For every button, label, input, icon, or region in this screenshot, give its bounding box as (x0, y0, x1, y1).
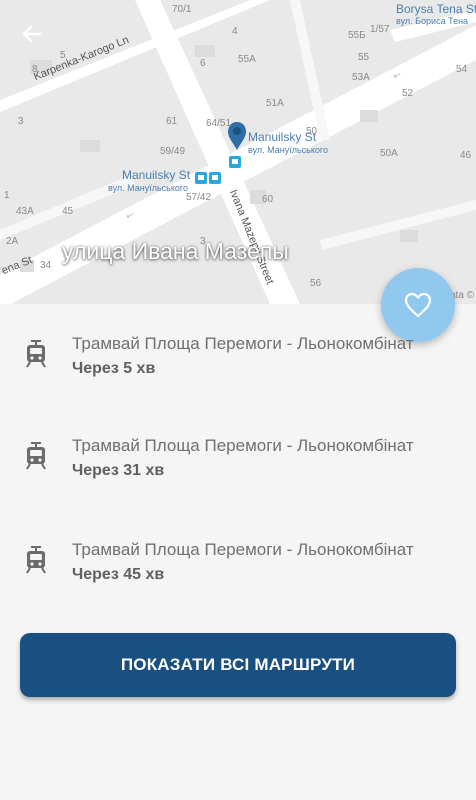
tram-icon (26, 546, 46, 574)
route-title: Трамвай Площа Перемоги - Льонокомбінат (72, 436, 414, 455)
tram-icon (26, 442, 46, 470)
map-house-number: 50А (380, 148, 398, 159)
map-house-number: 52 (402, 88, 414, 99)
route-title: Трамвай Площа Перемоги - Льонокомбінат (72, 540, 414, 559)
map-house-number: 60 (262, 194, 274, 205)
map-house-number: 55 (358, 52, 370, 63)
map-house-number: 1 (4, 190, 10, 201)
map-house-number: 43А (16, 206, 34, 217)
map-house-number: 46 (460, 150, 472, 161)
map-house-number: 2А (6, 236, 19, 247)
map-street-label-ua: вул. Бориса Тена (396, 16, 469, 26)
map-house-number: 57/42 (186, 192, 212, 203)
map-house-number: 5 (60, 50, 66, 61)
map-stop-label-ua: вул. Мануїльського (248, 145, 328, 155)
map-street-label: Borysa Tena St (396, 2, 476, 16)
map-house-number: 45 (62, 206, 74, 217)
back-button[interactable] (20, 22, 52, 54)
map-stop-label-ua: вул. Мануїльського (108, 183, 188, 193)
map-house-number: 55А (238, 54, 256, 65)
map-house-number: 8 (32, 64, 38, 75)
tram-stop-marker[interactable] (229, 156, 241, 168)
show-all-routes-button[interactable]: ПОКАЗАТИ ВСІ МАРШРУТИ (20, 633, 456, 697)
tram-icon (26, 340, 46, 368)
route-eta: Через 31 хв (72, 462, 165, 479)
route-eta: Через 5 хв (72, 360, 156, 377)
map-house-number: 4 (232, 26, 238, 37)
map-house-number: 1/57 (370, 24, 390, 35)
arrow-left-icon (22, 25, 42, 43)
map-house-number: 56 (310, 278, 322, 289)
map-house-number: 54 (456, 64, 468, 75)
route-title: Трамвай Площа Перемоги - Льонокомбінат (72, 334, 414, 353)
map-house-number: 53А (352, 72, 370, 83)
map-house-number: 51А (266, 98, 284, 109)
map-house-number: 59/49 (160, 146, 186, 157)
map-house-number: 50 (306, 126, 318, 137)
page-title: улица Ивана Мазепы (62, 238, 289, 264)
map-house-number: 70/1 (172, 4, 192, 15)
map-house-number: 64/51 (206, 118, 232, 129)
map-house-number: 3 (18, 116, 24, 127)
map-house-number: 55Б (348, 30, 366, 41)
route-eta: Через 45 хв (72, 566, 165, 583)
map-view[interactable]: ← ← Manuilsky St вул. Мануїльського Manu… (0, 0, 476, 304)
map-house-number: 6 (200, 58, 206, 69)
map-stop-label: Manuilsky St (122, 168, 191, 182)
list-item[interactable]: Трамвай Площа Перемоги - Льонокомбінат Ч… (0, 510, 476, 600)
list-item[interactable]: Трамвай Площа Перемоги - Льонокомбінат Ч… (0, 304, 476, 394)
map-house-number: 61 (166, 116, 178, 127)
map-house-number: 34 (40, 260, 52, 271)
list-item[interactable]: Трамвай Площа Перемоги - Льонокомбінат Ч… (0, 406, 476, 496)
